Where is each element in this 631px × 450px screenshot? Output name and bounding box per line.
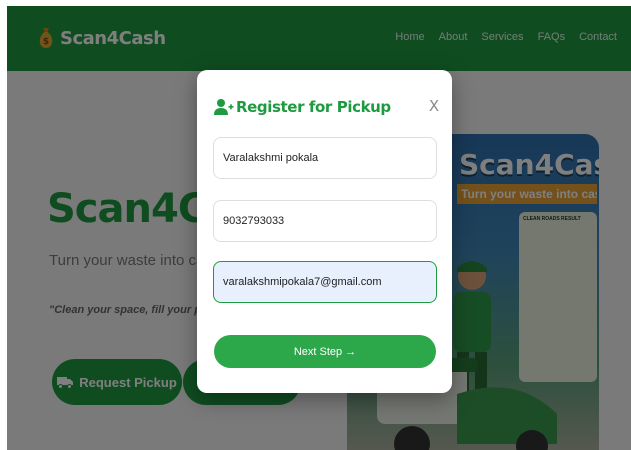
user-plus-icon (214, 99, 234, 115)
name-field[interactable] (213, 137, 437, 179)
next-step-button[interactable]: Next Step → (214, 335, 436, 368)
email-field[interactable] (213, 261, 437, 303)
phone-field[interactable] (213, 200, 437, 242)
modal-title: Register for Pickup (236, 98, 391, 116)
close-button[interactable]: X (427, 97, 441, 115)
register-pickup-modal: Register for Pickup X Next Step → (197, 70, 452, 393)
modal-header: Register for Pickup (214, 98, 391, 116)
